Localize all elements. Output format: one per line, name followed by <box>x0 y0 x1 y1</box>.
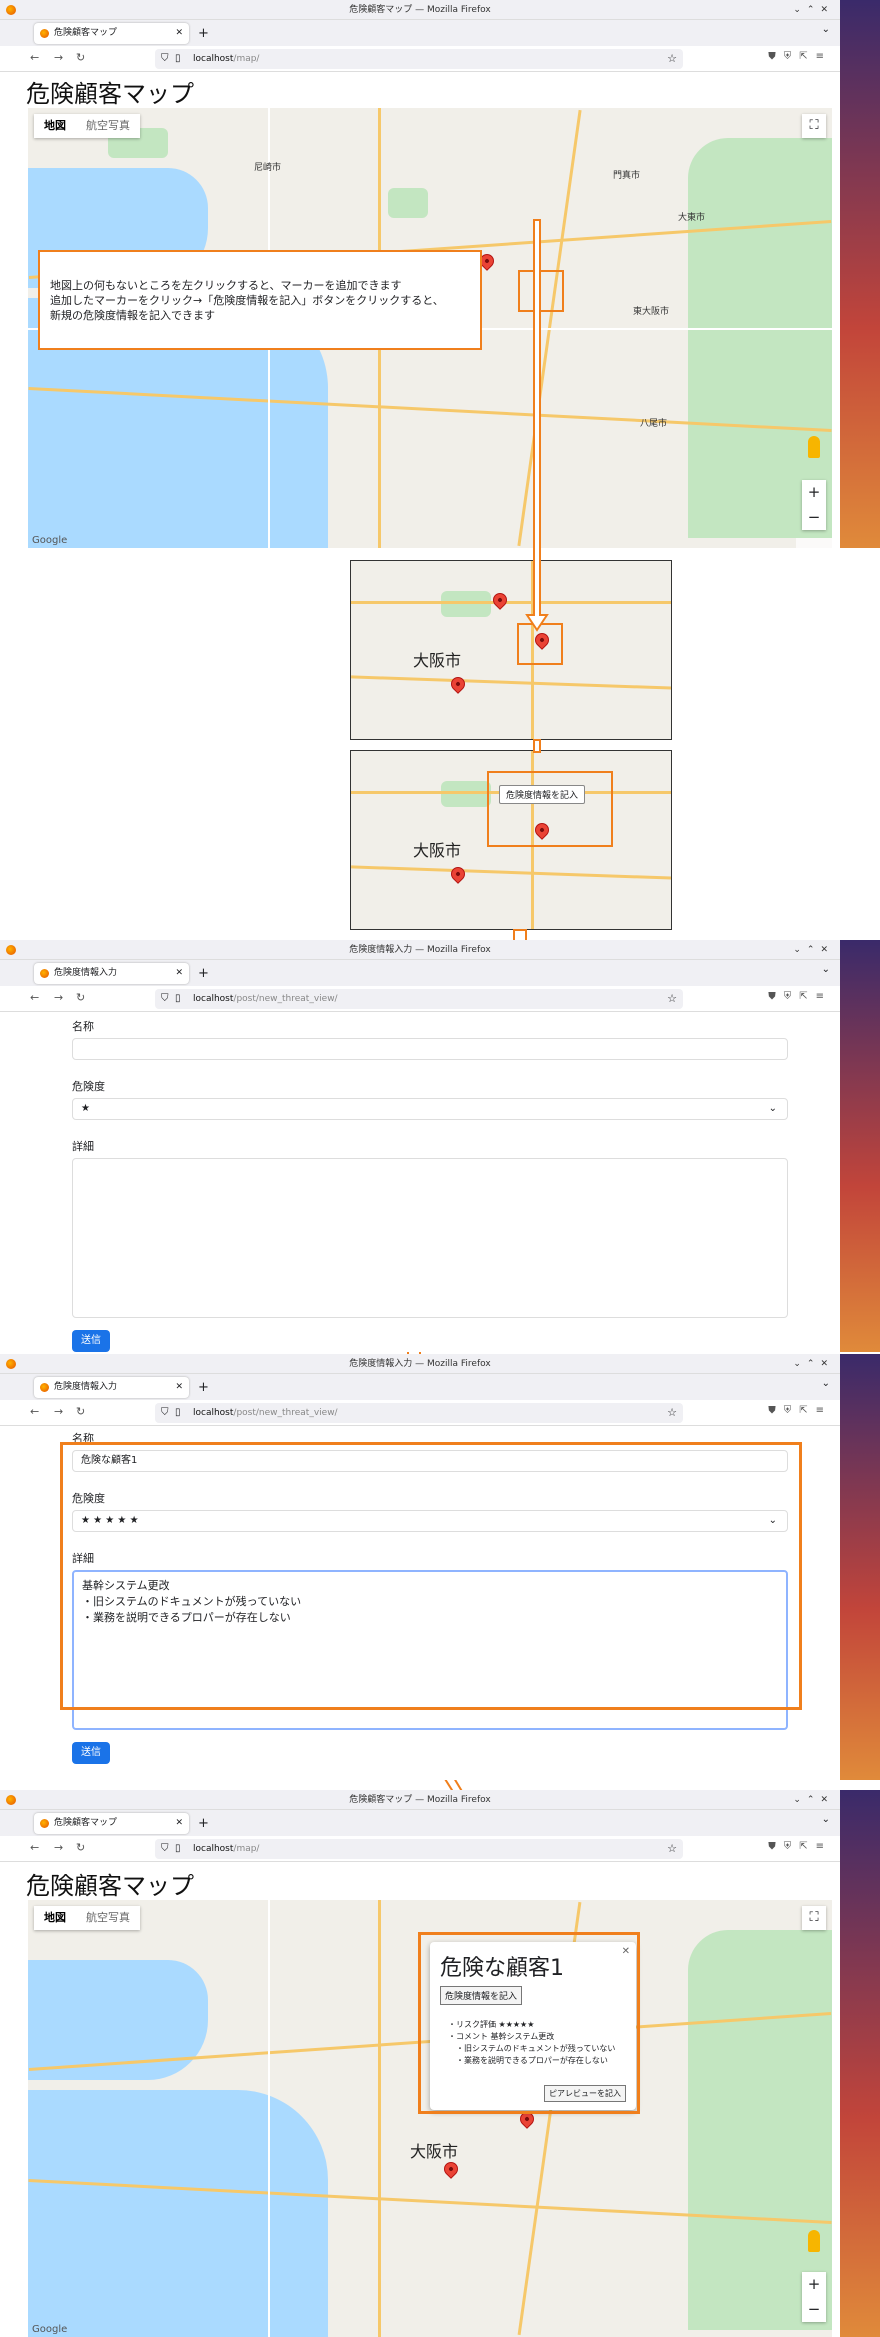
tab-list-icon[interactable]: ⌄ <box>822 1378 830 1389</box>
new-tab-icon[interactable]: + <box>198 963 209 984</box>
shield-icon: ⛉ <box>161 993 169 1004</box>
name-input[interactable] <box>72 1038 788 1060</box>
highlight-frame <box>60 1442 802 1710</box>
toolbar-icons[interactable]: ⛊⛨⇱≡ <box>768 1405 832 1416</box>
threat-form: 名称 危険度 ★ ⌄ 詳細 送信 <box>72 1018 788 1352</box>
shield-icon: ⛉ <box>161 1407 169 1418</box>
bookmark-star-icon[interactable]: ☆ <box>667 1403 677 1423</box>
forward-icon[interactable]: → <box>54 1405 63 1418</box>
tab-bar: 危険顧客マップ ✕ + ⌄ <box>0 1810 840 1836</box>
highlight-frame <box>418 1932 640 2114</box>
nav-bar: ← → ↻ ⛉ ▯ localhost/map/ ☆ ⛊⛨⇱≡ <box>0 1836 840 1862</box>
url-path: /map/ <box>233 1844 260 1854</box>
map-type-satellite[interactable]: 航空写真 <box>76 1906 140 1930</box>
tab-label: 危険顧客マップ <box>54 1818 118 1828</box>
detail-label: 詳細 <box>72 1140 94 1153</box>
back-icon[interactable]: ← <box>30 1405 39 1418</box>
level-label: 危険度 <box>72 1080 105 1093</box>
window-title: 危険度情報入力 — Mozilla Firefox <box>349 1359 491 1369</box>
window-title: 危険顧客マップ — Mozilla Firefox <box>349 1795 491 1805</box>
tab-label: 危険度情報入力 <box>54 968 118 978</box>
window-controls[interactable]: ⌄⌃✕ <box>793 940 834 960</box>
toolbar-icons[interactable]: ⛊⛨⇱≡ <box>768 991 832 1002</box>
bookmark-star-icon[interactable]: ☆ <box>667 1839 677 1859</box>
url-host: localhost <box>193 1408 234 1418</box>
detail-textarea[interactable] <box>72 1158 788 1318</box>
favicon-icon <box>40 969 49 978</box>
tab-list-icon[interactable]: ⌄ <box>822 1814 830 1825</box>
tab-close-icon[interactable]: ✕ <box>175 1813 183 1834</box>
back-icon[interactable]: ← <box>30 1841 39 1854</box>
tab-bar: 危険度情報入力 ✕ + ⌄ <box>0 1374 840 1400</box>
firefox-logo-icon <box>6 1795 16 1805</box>
tab-form[interactable]: 危険度情報入力 ✕ <box>34 1377 189 1398</box>
page-title: 危険顧客マップ <box>26 1872 194 1900</box>
screen-form-window: 危険度情報入力 — Mozilla Firefox ⌄⌃✕ 危険度情報入力 ✕ + … <box>0 940 840 1352</box>
submit-button[interactable]: 送信 <box>72 1742 110 1764</box>
nav-bar: ← → ↻ ⛉ ▯ localhost/post/new_threat_view/ ☆… <box>0 1400 840 1426</box>
tab-map[interactable]: 危険顧客マップ ✕ <box>34 1813 189 1834</box>
window-titlebar: 危険度情報入力 — Mozilla Firefox ⌄⌃✕ <box>0 940 840 960</box>
level-value: ★ <box>81 1103 90 1114</box>
window-title: 危険度情報入力 — Mozilla Firefox <box>349 945 491 955</box>
map-type-map[interactable]: 地図 <box>34 1906 76 1930</box>
forward-icon[interactable]: → <box>54 1841 63 1854</box>
window-controls[interactable]: ⌄⌃✕ <box>793 1354 834 1374</box>
google-logo: Google <box>32 2324 68 2335</box>
reload-icon[interactable]: ↻ <box>76 991 85 1004</box>
window-titlebar: 危険度情報入力 — Mozilla Firefox ⌄⌃✕ <box>0 1354 840 1374</box>
url-path: /post/new_threat_view/ <box>233 1408 338 1418</box>
url-bar[interactable]: ⛉ ▯ localhost/post/new_threat_view/ ☆ <box>155 1403 683 1423</box>
submit-button[interactable]: 送信 <box>72 1330 110 1352</box>
back-icon[interactable]: ← <box>30 991 39 1004</box>
shield-icon: ⛉ <box>161 1843 169 1854</box>
url-path: /post/new_threat_view/ <box>233 994 338 1004</box>
page-icon: ▯ <box>175 1843 181 1854</box>
reload-icon[interactable]: ↻ <box>76 1841 85 1854</box>
fullscreen-icon[interactable]: ⛶ <box>802 1906 826 1930</box>
screen-form-filled-window: 危険度情報入力 — Mozilla Firefox ⌄⌃✕ 危険度情報入力 ✕ + … <box>0 1354 840 1780</box>
pegman-icon[interactable] <box>808 2230 820 2252</box>
tab-close-icon[interactable]: ✕ <box>175 1377 183 1398</box>
favicon-icon <box>40 1819 49 1828</box>
zoom-control[interactable]: + − <box>802 2272 826 2322</box>
map-marker[interactable] <box>441 2159 461 2179</box>
bookmark-star-icon[interactable]: ☆ <box>667 989 677 1009</box>
page-icon: ▯ <box>175 1407 181 1418</box>
forward-icon[interactable]: → <box>54 991 63 1004</box>
url-bar[interactable]: ⛉ ▯ localhost/map/ ☆ <box>155 1839 683 1859</box>
new-tab-icon[interactable]: + <box>198 1813 209 1834</box>
map-city-label: 大阪市 <box>410 2142 459 2161</box>
firefox-logo-icon <box>6 1359 16 1369</box>
nav-bar: ← → ↻ ⛉ ▯ localhost/post/new_threat_view/ ☆… <box>0 986 840 1012</box>
tab-list-icon[interactable]: ⌄ <box>822 964 830 975</box>
page-icon: ▯ <box>175 993 181 1004</box>
tab-bar: 危険度情報入力 ✕ + ⌄ <box>0 960 840 986</box>
reload-icon[interactable]: ↻ <box>76 1405 85 1418</box>
tab-form[interactable]: 危険度情報入力 ✕ <box>34 963 189 984</box>
favicon-icon <box>40 1383 49 1392</box>
window-controls[interactable]: ⌄⌃✕ <box>793 1790 834 1810</box>
url-bar[interactable]: ⛉ ▯ localhost/post/new_threat_view/ ☆ <box>155 989 683 1009</box>
name-label: 名称 <box>72 1020 94 1033</box>
window-titlebar: 危険顧客マップ — Mozilla Firefox ⌄⌃✕ <box>0 1790 840 1810</box>
firefox-logo-icon <box>6 945 16 955</box>
toolbar-icons[interactable]: ⛊⛨⇱≡ <box>768 1841 832 1852</box>
chevron-down-icon: ⌄ <box>768 1103 777 1114</box>
url-host: localhost <box>193 1844 234 1854</box>
map-type-control: 地図 航空写真 <box>34 1906 140 1930</box>
new-tab-icon[interactable]: + <box>198 1377 209 1398</box>
url-host: localhost <box>193 994 234 1004</box>
tab-label: 危険度情報入力 <box>54 1382 118 1392</box>
tab-close-icon[interactable]: ✕ <box>175 963 183 984</box>
level-select[interactable]: ★ ⌄ <box>72 1098 788 1120</box>
